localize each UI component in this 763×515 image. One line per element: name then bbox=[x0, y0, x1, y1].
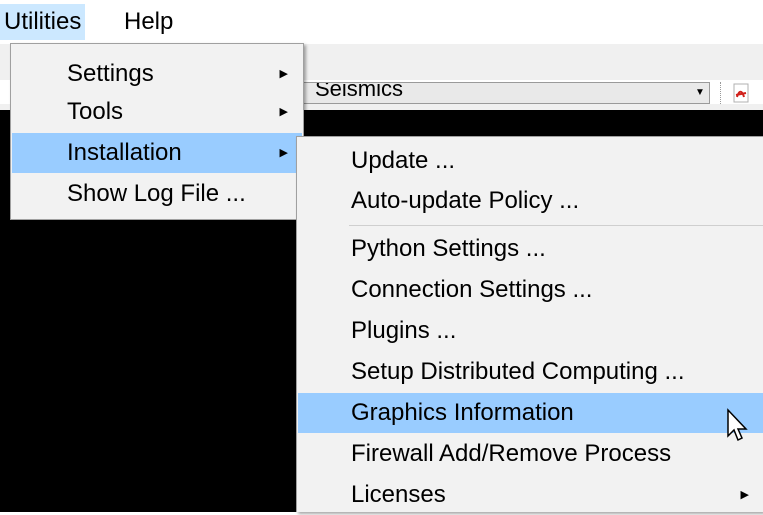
menu-separator bbox=[349, 225, 763, 226]
mouse-cursor-icon bbox=[727, 408, 748, 442]
submenu-item-firewall-add-remove-process[interactable]: Firewall Add/Remove Process bbox=[298, 434, 763, 474]
chevron-right-icon: ▶ bbox=[279, 106, 288, 118]
installation-submenu: Update ... Auto-update Policy ... Python… bbox=[296, 136, 763, 512]
submenu-item-update[interactable]: Update ... bbox=[298, 141, 763, 181]
menu-item-show-log-file[interactable]: Show Log File ... bbox=[12, 174, 302, 214]
domain-combo-box[interactable]: Seismics ▼ bbox=[300, 82, 710, 104]
menu-item-label: Connection Settings ... bbox=[351, 276, 593, 303]
menu-item-label: Licenses bbox=[351, 481, 446, 508]
chevron-down-icon[interactable]: ▼ bbox=[693, 85, 707, 101]
menu-item-label: Python Settings ... bbox=[351, 235, 546, 262]
menu-item-label: Auto-update Policy ... bbox=[351, 187, 580, 214]
submenu-item-auto-update-policy[interactable]: Auto-update Policy ... bbox=[298, 181, 763, 221]
menu-item-settings[interactable]: Settings ▶ bbox=[12, 54, 302, 94]
menu-item-label: Graphics Information bbox=[351, 399, 574, 426]
utilities-menu: Settings ▶ Tools ▶ Installation ▶ Show L… bbox=[10, 43, 304, 220]
menu-item-label: Show Log File ... bbox=[67, 180, 246, 207]
chevron-right-icon: ▶ bbox=[279, 147, 288, 159]
menu-item-label: Settings bbox=[67, 60, 154, 87]
menu-item-label: Setup Distributed Computing ... bbox=[351, 358, 685, 385]
submenu-item-connection-settings[interactable]: Connection Settings ... bbox=[298, 270, 763, 310]
submenu-item-python-settings[interactable]: Python Settings ... bbox=[298, 229, 763, 269]
submenu-item-licenses[interactable]: Licenses ▶ bbox=[298, 475, 763, 515]
menu-item-label: Plugins ... bbox=[351, 317, 457, 344]
submenu-item-plugins[interactable]: Plugins ... bbox=[298, 311, 763, 351]
menu-item-tools[interactable]: Tools ▶ bbox=[12, 92, 302, 132]
toolbar-separator bbox=[720, 82, 722, 104]
submenu-item-graphics-information[interactable]: Graphics Information bbox=[298, 393, 763, 433]
chevron-right-icon: ▶ bbox=[279, 68, 288, 80]
chevron-right-icon: ▶ bbox=[740, 489, 749, 501]
pdf-icon[interactable] bbox=[730, 82, 752, 104]
menu-bar: Utilities Help bbox=[0, 0, 763, 44]
menu-item-label: Installation bbox=[67, 139, 182, 166]
menu-item-label: Tools bbox=[67, 98, 124, 125]
menu-help[interactable]: Help bbox=[120, 4, 177, 40]
submenu-item-setup-distributed-computing[interactable]: Setup Distributed Computing ... bbox=[298, 352, 763, 392]
menu-item-label: Firewall Add/Remove Process bbox=[351, 440, 672, 467]
menu-item-installation[interactable]: Installation ▶ bbox=[12, 133, 302, 173]
combo-value: Seismics bbox=[315, 82, 404, 101]
menu-utilities[interactable]: Utilities bbox=[0, 4, 86, 40]
menu-item-label: Update ... bbox=[351, 147, 456, 174]
